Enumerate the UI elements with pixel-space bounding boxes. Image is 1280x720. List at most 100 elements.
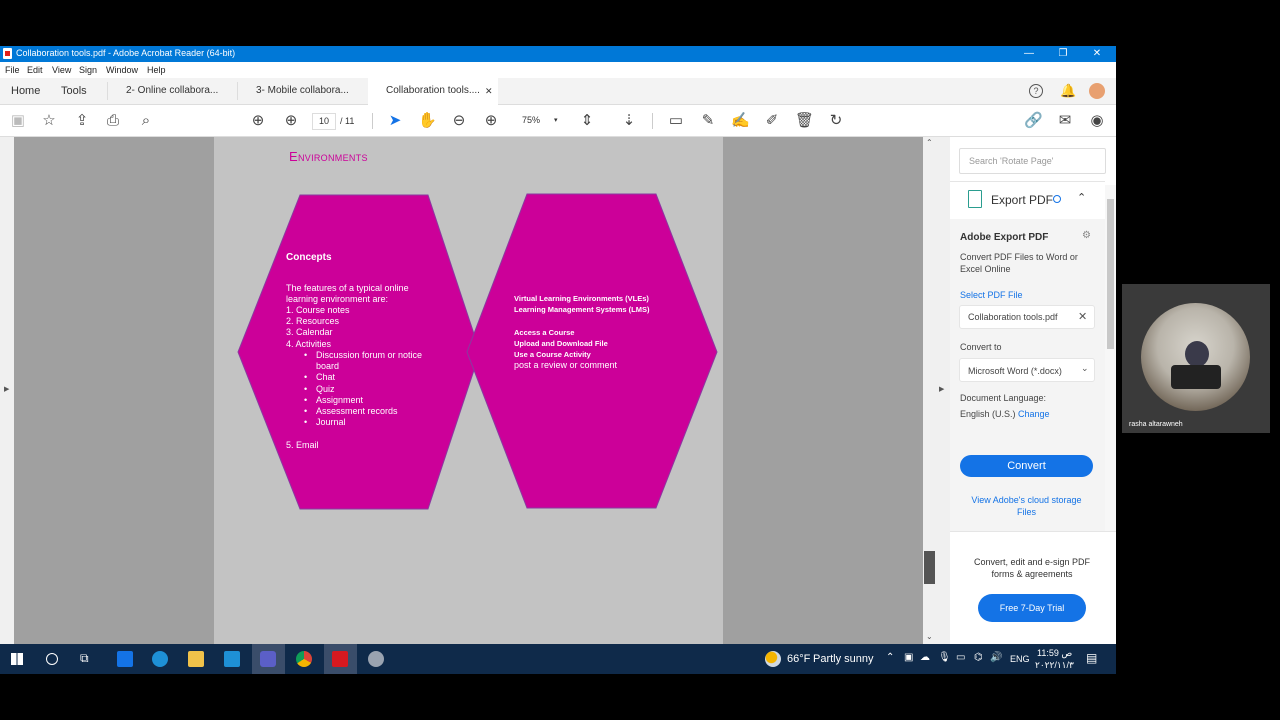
tray-app-icon[interactable]: ▣ (904, 652, 913, 663)
concepts-title: Concepts (286, 252, 332, 263)
participant-figure (1185, 341, 1209, 367)
onedrive-cloud-icon[interactable]: ☁ (920, 652, 930, 663)
cloud-settings-icon[interactable]: ⚙ (1082, 230, 1091, 241)
concepts-intro: The features of a typical online learnin… (286, 283, 409, 304)
panel-scrollbar[interactable] (1105, 185, 1116, 531)
document-scrollbar[interactable]: ⌃ ⌄ (923, 137, 937, 644)
list-item: 4. Activities (286, 338, 332, 349)
battery-icon[interactable]: ▭ (956, 652, 965, 663)
collapse-right-pane-icon[interactable]: ▶ (939, 385, 944, 393)
menu-file[interactable]: File (5, 65, 20, 75)
chevron-up-icon[interactable]: ⌃ (1077, 191, 1086, 204)
snipping-tool-icon[interactable] (368, 651, 384, 667)
menu-view[interactable]: View (52, 65, 71, 75)
scroll-down-icon[interactable]: ⌄ (926, 632, 933, 641)
share-link-icon[interactable]: 🔗 (1024, 112, 1043, 130)
previous-page-icon[interactable]: ⊕ (249, 112, 267, 130)
next-page-icon[interactable]: ⊕ (282, 112, 300, 130)
network-icon[interactable]: ⌬ (974, 652, 983, 663)
list-item: • Discussion forum or notice board (304, 350, 423, 372)
close-tab-icon[interactable]: ✕ (485, 78, 493, 104)
weather-temperature[interactable]: 66°F (787, 653, 810, 665)
scroll-up-icon[interactable]: ⌃ (926, 138, 933, 147)
task-view-icon[interactable]: ⧉ (80, 651, 96, 667)
cloud-storage-link[interactable]: View Adobe's cloud storage Files (964, 494, 1089, 518)
list-item: • Quiz (304, 383, 335, 394)
text-line: Upload and Download File (514, 339, 608, 348)
help-icon[interactable]: ? (1029, 84, 1043, 98)
show-hidden-icons-icon[interactable]: ⌃ (886, 652, 894, 663)
input-language[interactable]: ENG (1010, 654, 1030, 664)
clock-date[interactable]: ٢٠٢٢/١١/٣ (1035, 660, 1074, 671)
tab-document-collaboration-tools[interactable]: Collaboration tools.... (386, 78, 480, 104)
cortana-search-icon[interactable] (46, 653, 58, 665)
account-icon[interactable]: ◉ (1088, 112, 1106, 130)
user-avatar[interactable] (1089, 83, 1105, 99)
highlight-pen-icon[interactable]: ✎ (699, 112, 717, 130)
upload-cloud-icon[interactable]: ⇪ (73, 112, 91, 130)
mail-icon[interactable] (224, 651, 240, 667)
microphone-icon[interactable]: 🎙 (938, 652, 951, 663)
convert-button[interactable]: Convert (960, 455, 1093, 477)
toolbar: ▣ ☆ ⇪ ⎙ ⌕ ⊕ ⊕ 10 / 11 ➤ ✋ ⊖ ⊕ 75% ▾ ⇕ ⇣ … (0, 105, 1116, 137)
tab-tools[interactable]: Tools (61, 78, 87, 104)
menu-window[interactable]: Window (106, 65, 138, 75)
restore-button[interactable]: ❐ (1046, 46, 1080, 62)
delete-trash-icon[interactable]: 🗑 (795, 112, 814, 130)
free-trial-button[interactable]: Free 7-Day Trial (978, 594, 1086, 622)
menu-edit[interactable]: Edit (27, 65, 43, 75)
selected-file-field[interactable]: Collaboration tools.pdf ✕ (959, 305, 1095, 329)
weather-description[interactable]: Partly sunny (813, 653, 874, 665)
menu-sign[interactable]: Sign (79, 65, 97, 75)
menu-help[interactable]: Help (147, 65, 166, 75)
scrolling-mode-icon[interactable]: ⇣ (620, 112, 638, 130)
minimize-button[interactable]: — (1012, 46, 1046, 62)
acrobat-reader-icon[interactable] (332, 651, 348, 667)
change-language-link[interactable]: Change (1018, 409, 1050, 419)
list-item: 2. Resources (286, 316, 340, 327)
tab-document-mobile-collaboration[interactable]: 3- Mobile collabora... (256, 78, 349, 104)
email-icon[interactable]: ✉ (1056, 112, 1074, 130)
tab-document-online-collaboration[interactable]: 2- Online collabora... (126, 78, 218, 104)
notifications-bell-icon[interactable]: 🔔 (1060, 84, 1076, 98)
select-cursor-icon[interactable]: ➤ (386, 112, 404, 130)
edge-browser-icon[interactable] (152, 651, 168, 667)
volume-icon[interactable]: 🔊 (990, 652, 1002, 663)
rotate-icon[interactable]: ↻ (827, 112, 845, 130)
zoom-out-icon[interactable]: ⊖ (450, 112, 468, 130)
format-select[interactable]: Microsoft Word (*.docx) ⌄ (959, 358, 1095, 382)
fill-sign-icon[interactable]: ✐ (763, 112, 781, 130)
close-window-button[interactable]: ✕ (1080, 46, 1114, 62)
save-icon[interactable]: ▣ (9, 112, 27, 130)
chrome-icon[interactable] (296, 651, 312, 667)
weather-icon[interactable] (765, 651, 781, 667)
divider (950, 181, 1105, 182)
zoom-select[interactable]: 75% ▾ (512, 113, 562, 128)
tool-search-input[interactable]: Search 'Rotate Page' (959, 148, 1106, 174)
bookmark-star-icon[interactable]: ☆ (40, 112, 58, 130)
print-icon[interactable]: ⎙ (104, 112, 122, 130)
page-fit-icon[interactable]: ⇕ (578, 112, 596, 130)
comment-icon[interactable]: ▭ (667, 112, 685, 130)
export-pdf-header[interactable]: Export PDF (991, 193, 1053, 207)
scrollbar-thumb[interactable] (924, 551, 935, 584)
text-line: post a review or comment (514, 360, 618, 370)
clock-time[interactable]: 11:59 ص (1037, 648, 1072, 659)
zoom-in-icon[interactable]: ⊕ (482, 112, 500, 130)
panel-scrollbar-thumb[interactable] (1107, 199, 1114, 349)
tab-home[interactable]: Home (11, 78, 40, 104)
store-icon[interactable] (117, 651, 133, 667)
convert-to-label: Convert to (960, 342, 1002, 352)
info-dot-icon (1053, 195, 1061, 203)
windows-start-icon[interactable] (11, 653, 23, 665)
notification-center-icon[interactable]: ▤ (1086, 651, 1097, 665)
page-number-input[interactable]: 10 (312, 113, 336, 130)
clear-file-icon[interactable]: ✕ (1078, 310, 1087, 323)
expand-left-pane-icon[interactable]: ▶ (4, 385, 9, 393)
title-bar: Collaboration tools.pdf - Adobe Acrobat … (0, 46, 1116, 62)
find-magnifier-icon[interactable]: ⌕ (137, 112, 155, 130)
hand-tool-icon[interactable]: ✋ (418, 112, 437, 130)
teams-icon[interactable] (260, 651, 276, 667)
draw-icon[interactable]: ✍ (731, 112, 750, 130)
file-explorer-icon[interactable] (188, 651, 204, 667)
